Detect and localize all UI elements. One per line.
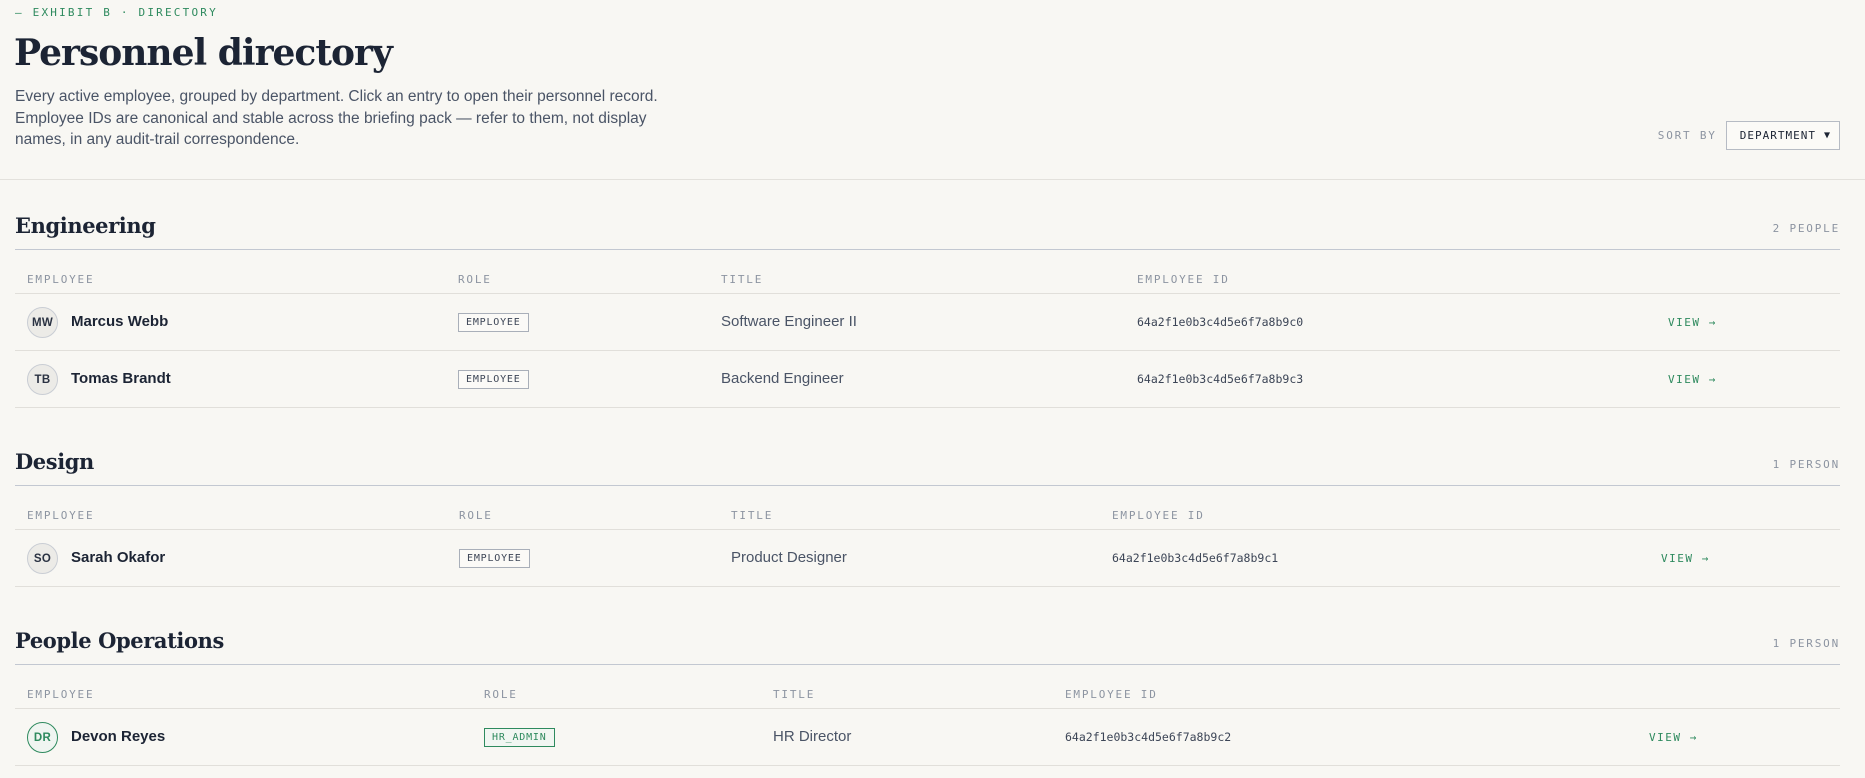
column-header-employee: EMPLOYEE [27, 273, 95, 286]
role-badge: EMPLOYEE [458, 313, 529, 332]
view-link[interactable]: VIEW → [1649, 731, 1698, 744]
column-header-role: ROLE [458, 273, 492, 286]
department-count: 1 PERSON [1772, 458, 1840, 471]
job-title: Backend Engineer [721, 370, 844, 387]
employee-name[interactable]: Sarah Okafor [71, 549, 165, 566]
column-headers: EMPLOYEE ROLE TITLE EMPLOYEE ID [15, 250, 1840, 294]
column-headers: EMPLOYEE ROLE TITLE EMPLOYEE ID [15, 665, 1840, 709]
view-link[interactable]: VIEW → [1668, 316, 1717, 329]
sort-select-value: DEPARTMENT [1739, 129, 1816, 142]
role-badge: HR_ADMIN [484, 728, 555, 747]
view-link[interactable]: VIEW → [1661, 552, 1710, 565]
employee-id: 64a2f1e0b3c4d5e6f7a8b9c1 [1112, 551, 1279, 565]
column-header-title: TITLE [731, 509, 774, 522]
job-title: Product Designer [731, 549, 847, 566]
department-header: Engineering 2 PEOPLE [15, 210, 1840, 250]
department-name: Engineering [15, 213, 156, 238]
eyebrow: — EXHIBIT B · DIRECTORY [15, 6, 218, 19]
table-row[interactable]: MW Marcus Webb EMPLOYEE Software Enginee… [15, 294, 1840, 351]
employee-name[interactable]: Marcus Webb [71, 313, 168, 330]
department-engineering: Engineering 2 PEOPLE EMPLOYEE ROLE TITLE… [15, 210, 1840, 408]
column-header-employee: EMPLOYEE [27, 688, 95, 701]
table-row[interactable]: DR Devon Reyes HR_ADMIN HR Director 64a2… [15, 709, 1840, 766]
employee-id: 64a2f1e0b3c4d5e6f7a8b9c3 [1137, 372, 1304, 386]
sort-control: SORT BY DEPARTMENT ▼ [1658, 121, 1840, 150]
column-header-title: TITLE [721, 273, 764, 286]
department-count: 1 PERSON [1772, 637, 1840, 650]
department-header: Design 1 PERSON [15, 446, 1840, 486]
avatar: MW [27, 307, 58, 338]
page-title: Personnel directory [14, 32, 393, 74]
department-name: Design [15, 449, 94, 474]
employee-id: 64a2f1e0b3c4d5e6f7a8b9c2 [1065, 730, 1232, 744]
employee-name[interactable]: Devon Reyes [71, 728, 165, 745]
avatar: DR [27, 722, 58, 753]
column-headers: EMPLOYEE ROLE TITLE EMPLOYEE ID [15, 486, 1840, 530]
department-people-operations: People Operations 1 PERSON EMPLOYEE ROLE… [15, 625, 1840, 766]
view-link[interactable]: VIEW → [1668, 373, 1717, 386]
avatar: TB [27, 364, 58, 395]
column-header-role: ROLE [484, 688, 518, 701]
department-count: 2 PEOPLE [1772, 222, 1840, 235]
department-design: Design 1 PERSON EMPLOYEE ROLE TITLE EMPL… [15, 446, 1840, 587]
page-header: — EXHIBIT B · DIRECTORY Personnel direct… [0, 0, 1865, 180]
table-row[interactable]: TB Tomas Brandt EMPLOYEE Backend Enginee… [15, 351, 1840, 408]
chevron-down-icon: ▼ [1823, 130, 1831, 141]
employee-name[interactable]: Tomas Brandt [71, 370, 171, 387]
employee-id: 64a2f1e0b3c4d5e6f7a8b9c0 [1137, 315, 1304, 329]
column-header-employee: EMPLOYEE [27, 509, 95, 522]
job-title: Software Engineer II [721, 313, 857, 330]
table-row[interactable]: SO Sarah Okafor EMPLOYEE Product Designe… [15, 530, 1840, 587]
intro-text: Every active employee, grouped by depart… [15, 88, 658, 148]
sort-label: SORT BY [1657, 129, 1717, 142]
job-title: HR Director [773, 728, 852, 745]
role-badge: EMPLOYEE [459, 549, 530, 568]
column-header-role: ROLE [459, 509, 493, 522]
column-header-employee-id: EMPLOYEE ID [1065, 688, 1158, 701]
column-header-title: TITLE [773, 688, 816, 701]
department-header: People Operations 1 PERSON [15, 625, 1840, 665]
column-header-employee-id: EMPLOYEE ID [1137, 273, 1230, 286]
sort-select[interactable]: DEPARTMENT ▼ [1725, 121, 1840, 150]
avatar: SO [27, 543, 58, 574]
column-header-employee-id: EMPLOYEE ID [1112, 509, 1205, 522]
role-badge: EMPLOYEE [458, 370, 529, 389]
department-name: People Operations [15, 628, 224, 653]
